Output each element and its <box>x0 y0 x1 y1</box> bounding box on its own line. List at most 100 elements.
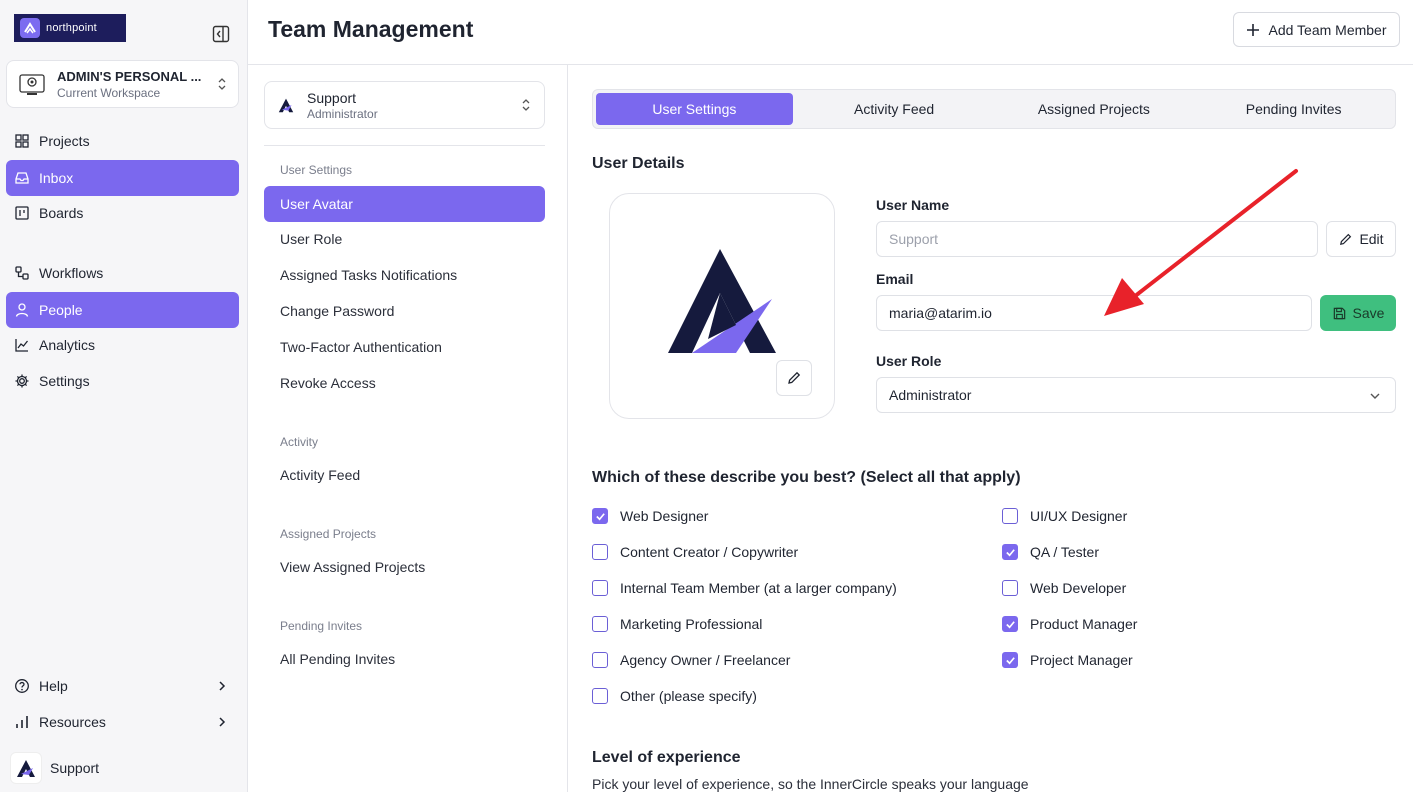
brand-name: northpoint <box>46 22 97 34</box>
user-selector[interactable]: Support Administrator <box>264 81 545 129</box>
nav-workflows[interactable]: Workflows <box>6 255 239 291</box>
nav-people[interactable]: People <box>6 292 239 328</box>
checkmark-icon <box>1005 656 1015 664</box>
checkbox-agency-owner[interactable]: Agency Owner / Freelancer <box>592 652 790 668</box>
chevron-right-icon <box>219 717 226 727</box>
avatar-preview <box>609 193 835 419</box>
menu-view-assigned-projects[interactable]: View Assigned Projects <box>264 549 545 585</box>
nav-analytics-label: Analytics <box>39 337 96 353</box>
checkbox-label: Product Manager <box>1030 616 1138 632</box>
checkbox-unchecked <box>592 688 608 704</box>
checkmark-icon <box>595 512 605 520</box>
nav-help[interactable]: Help <box>6 668 239 704</box>
checkbox-content-creator[interactable]: Content Creator / Copywriter <box>592 544 798 560</box>
username-input[interactable] <box>876 221 1318 257</box>
tab-user-settings[interactable]: User Settings <box>596 93 793 125</box>
user-role-label: User Role <box>876 353 942 369</box>
app-root: northpoint ADMIN'S PERSONAL ... Current … <box>0 0 1413 792</box>
checkbox-label: Web Designer <box>620 508 709 524</box>
role-question-heading: Which of these describe you best? (Selec… <box>592 469 1021 486</box>
settings-menu: Support Administrator User Settings User… <box>248 65 568 792</box>
checkbox-checked <box>1002 652 1018 668</box>
checkbox-project-manager[interactable]: Project Manager <box>1002 652 1133 668</box>
user-details-heading: User Details <box>592 155 685 172</box>
board-icon <box>15 206 29 220</box>
save-label: Save <box>1352 305 1385 321</box>
menu-assigned-tasks-notifications[interactable]: Assigned Tasks Notifications <box>264 257 545 293</box>
help-circle-icon <box>15 679 29 693</box>
workflow-icon <box>15 266 29 280</box>
checkbox-other[interactable]: Other (please specify) <box>592 688 757 704</box>
email-input[interactable] <box>876 295 1312 331</box>
menu-change-password[interactable]: Change Password <box>264 293 545 329</box>
workspace-subtitle: Current Workspace <box>57 85 161 100</box>
tab-pending-invites[interactable]: Pending Invites <box>1195 93 1392 125</box>
current-user[interactable]: Support <box>10 752 99 784</box>
checkbox-checked <box>1002 616 1018 632</box>
menu-revoke-access[interactable]: Revoke Access <box>264 365 545 401</box>
edit-username-button[interactable]: Edit <box>1326 221 1396 257</box>
checkbox-label: Marketing Professional <box>620 616 763 632</box>
tab-assigned-projects[interactable]: Assigned Projects <box>996 93 1193 125</box>
selected-user-name: Support <box>307 89 357 106</box>
nav-people-label: People <box>39 302 83 318</box>
checkbox-internal-team-member[interactable]: Internal Team Member (at a larger compan… <box>592 580 897 596</box>
user-role-select[interactable]: Administrator <box>876 377 1396 413</box>
add-team-member-button[interactable]: Add Team Member <box>1233 12 1400 47</box>
section-pending-invites: Pending Invites <box>280 619 363 633</box>
brand-logo[interactable]: northpoint <box>14 14 126 42</box>
checkbox-label: Agency Owner / Freelancer <box>620 652 791 668</box>
nav-settings[interactable]: Settings <box>6 363 239 399</box>
page-title: Team Management <box>268 16 474 42</box>
analytics-chart-icon <box>15 339 29 352</box>
pencil-icon <box>1340 233 1352 245</box>
nav-resources-label: Resources <box>39 714 106 730</box>
nav-resources[interactable]: Resources <box>6 704 239 740</box>
menu-user-role[interactable]: User Role <box>264 221 545 257</box>
checkbox-label: UI/UX Designer <box>1030 508 1128 524</box>
checkbox-qa-tester[interactable]: QA / Tester <box>1002 544 1099 560</box>
user-icon <box>15 303 29 317</box>
workspace-switcher[interactable]: ADMIN'S PERSONAL ... Current Workspace <box>6 60 239 108</box>
workspace-title: ADMIN'S PERSONAL ... <box>57 68 202 84</box>
chevron-down-icon <box>1370 393 1380 399</box>
checkbox-web-designer[interactable]: Web Designer <box>592 508 708 524</box>
section-assigned-projects: Assigned Projects <box>280 527 377 541</box>
menu-all-pending-invites[interactable]: All Pending Invites <box>264 641 545 677</box>
collapse-sidebar-icon[interactable] <box>212 25 230 43</box>
chevron-updown-icon <box>522 99 530 111</box>
checkbox-marketing-professional[interactable]: Marketing Professional <box>592 616 762 632</box>
checkbox-unchecked <box>592 580 608 596</box>
atarim-logo-icon <box>278 98 294 113</box>
plus-icon <box>1247 23 1260 36</box>
checkbox-label: Internal Team Member (at a larger compan… <box>620 580 897 596</box>
nav-analytics[interactable]: Analytics <box>6 327 239 363</box>
section-user-settings: User Settings <box>280 163 353 177</box>
nav-boards[interactable]: Boards <box>6 195 239 231</box>
nav-projects[interactable]: Projects <box>6 123 239 159</box>
divider <box>264 145 545 146</box>
add-team-member-label: Add Team Member <box>1268 21 1387 38</box>
menu-user-avatar[interactable]: User Avatar <box>264 186 545 222</box>
username-label: User Name <box>876 197 950 213</box>
checkbox-label: Web Developer <box>1030 580 1127 596</box>
chevron-right-icon <box>219 681 226 691</box>
nav-inbox[interactable]: Inbox <box>6 160 239 196</box>
checkbox-checked <box>1002 544 1018 560</box>
checkbox-product-manager[interactable]: Product Manager <box>1002 616 1137 632</box>
checkbox-label: Project Manager <box>1030 652 1133 668</box>
menu-activity-feed[interactable]: Activity Feed <box>264 457 545 493</box>
tab-activity-feed[interactable]: Activity Feed <box>796 93 993 125</box>
bars-icon <box>16 716 28 728</box>
checkbox-ui-ux-designer[interactable]: UI/UX Designer <box>1002 508 1127 524</box>
save-disk-icon <box>1333 307 1345 319</box>
menu-two-factor[interactable]: Two-Factor Authentication <box>264 329 545 365</box>
save-email-button[interactable]: Save <box>1320 295 1396 331</box>
selected-user-role: Administrator <box>307 106 378 121</box>
tab-bar: User Settings Activity Feed Assigned Pro… <box>592 89 1396 129</box>
checkbox-web-developer[interactable]: Web Developer <box>1002 580 1126 596</box>
user-role-value: Administrator <box>889 387 972 403</box>
experience-heading: Level of experience <box>592 749 741 766</box>
edit-avatar-button[interactable] <box>776 360 812 396</box>
checkmark-icon <box>1005 548 1015 556</box>
